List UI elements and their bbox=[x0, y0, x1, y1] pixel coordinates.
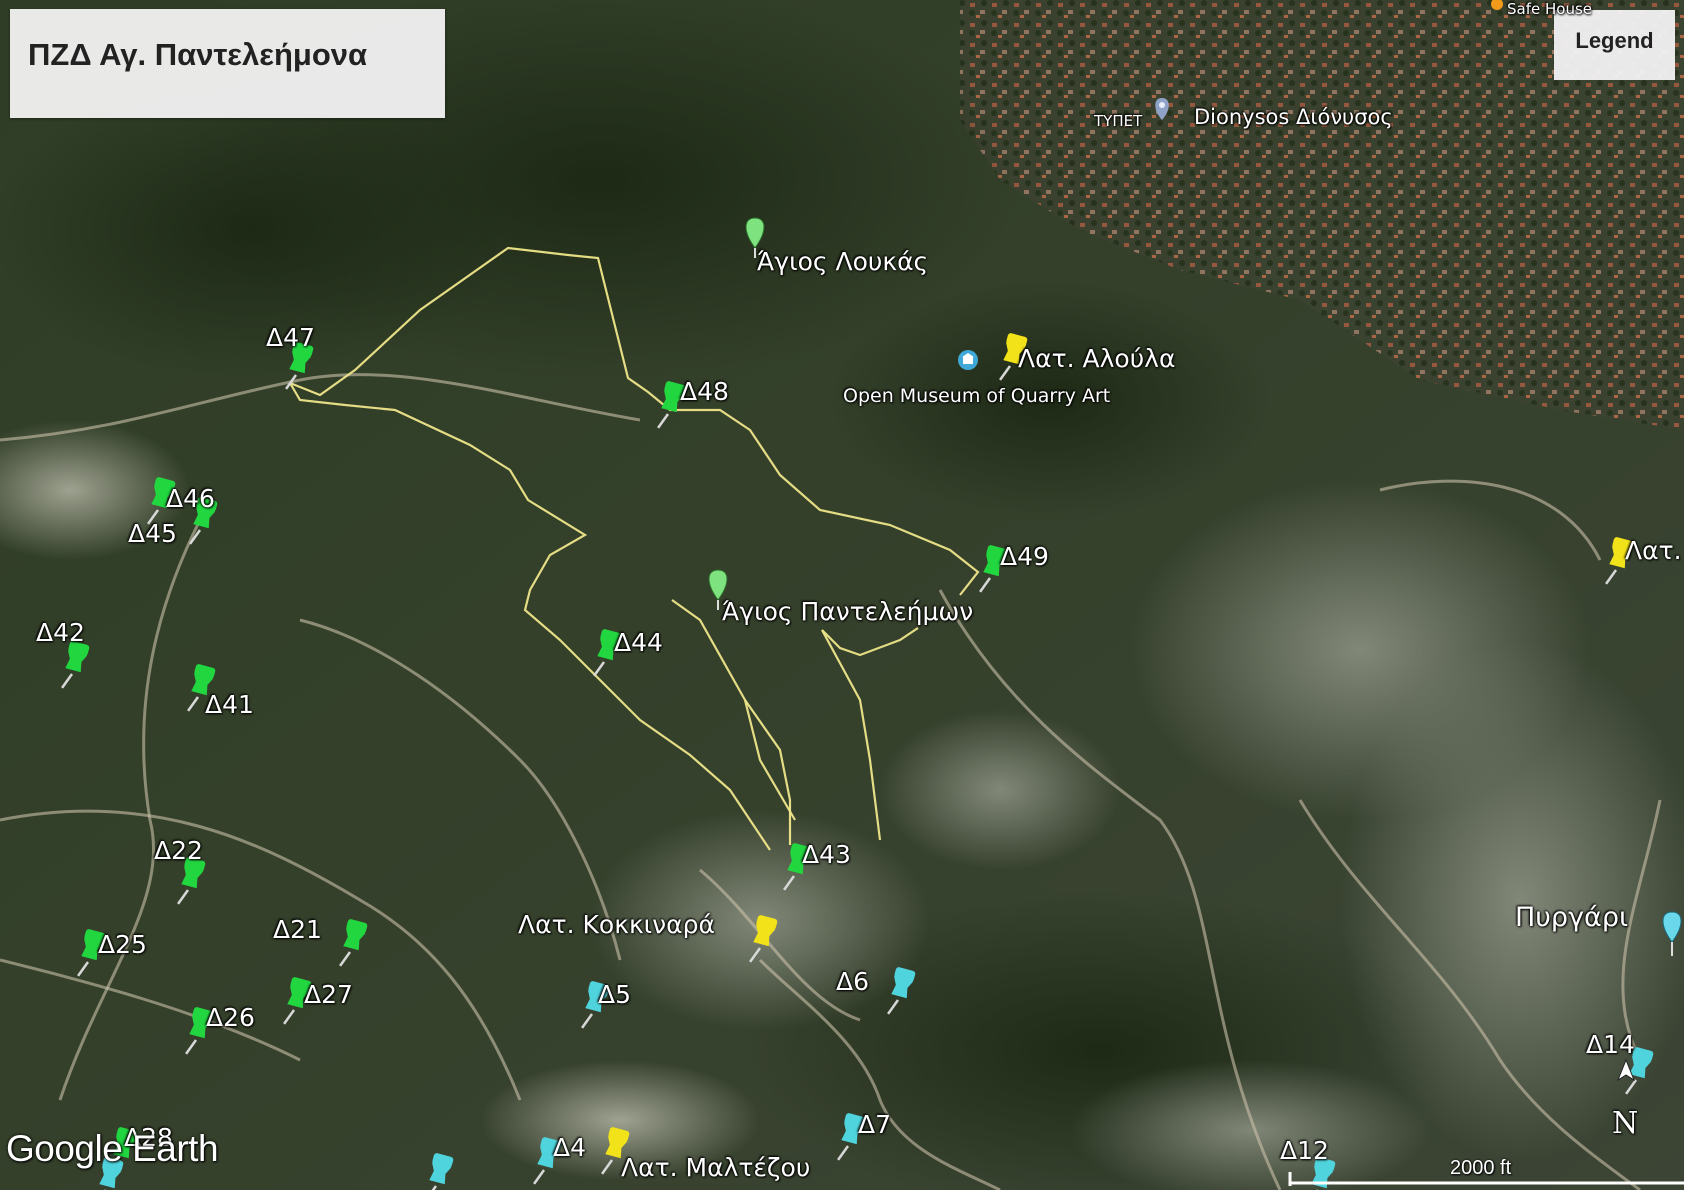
place-label: ΤΥΠΕΤ bbox=[1094, 112, 1143, 130]
map-title-panel: ΠΖΔ Αγ. Παντελεήμονα bbox=[10, 9, 445, 118]
place-label: Λατ. Κοκκιναρά bbox=[518, 910, 715, 939]
pin-d21[interactable] bbox=[334, 917, 370, 972]
pin-label: Δ25 bbox=[98, 930, 147, 959]
pin-d6[interactable] bbox=[882, 965, 918, 1020]
place-label: Λατ. Αλούλα bbox=[1018, 344, 1176, 373]
pin-label: Δ7 bbox=[858, 1110, 892, 1139]
pin-label: Δ27 bbox=[304, 980, 353, 1009]
pin-label: Δ48 bbox=[680, 377, 729, 406]
place-label: Safe House bbox=[1507, 0, 1592, 18]
museum-icon[interactable] bbox=[958, 350, 978, 370]
pin-label: Δ5 bbox=[598, 980, 632, 1009]
place-label: Dionysos Διόνυσος bbox=[1194, 105, 1393, 129]
pin-label: Δ41 bbox=[205, 690, 254, 719]
pin-label: Δ43 bbox=[802, 840, 851, 869]
map-title: ΠΖΔ Αγ. Παντελεήμονα bbox=[28, 37, 368, 72]
pin-label: Δ12 bbox=[1280, 1136, 1329, 1165]
pin-label: Δ49 bbox=[1000, 542, 1049, 571]
pin-label: Δ45 bbox=[128, 519, 177, 548]
place-label: Άγιος Λουκάς bbox=[757, 247, 929, 276]
scale-label: 2000 ft bbox=[1450, 1157, 1512, 1179]
pin-label: Δ26 bbox=[206, 1003, 255, 1032]
place-label: Άγιος Παντελεήμων bbox=[722, 597, 974, 626]
pin-label: Δ14 bbox=[1586, 1030, 1635, 1059]
pin-label: Δ21 bbox=[273, 915, 322, 944]
pin-extra-1[interactable] bbox=[420, 1151, 456, 1190]
pin-lat-kokkinara[interactable] bbox=[744, 913, 780, 968]
safe-house-icon[interactable] bbox=[1491, 0, 1503, 10]
pin-label: Δ44 bbox=[614, 628, 663, 657]
google-earth-logo: Google Earth bbox=[6, 1128, 219, 1169]
pin-label: Δ47 bbox=[266, 323, 315, 352]
pin-label: Δ22 bbox=[154, 836, 203, 865]
pin-label: Δ42 bbox=[36, 618, 85, 647]
pin-label: Δ4 bbox=[553, 1133, 587, 1162]
compass-north-label: N bbox=[1612, 1106, 1639, 1141]
legend-button[interactable]: Legend bbox=[1554, 10, 1675, 80]
pin-label: Δ46 bbox=[166, 484, 215, 513]
location-pin-icon[interactable] bbox=[1155, 98, 1169, 120]
pin-label: Δ6 bbox=[836, 967, 870, 996]
pin-d42[interactable] bbox=[56, 639, 92, 694]
place-label: Πυργάρι bbox=[1515, 902, 1629, 933]
place-label: Λατ. bbox=[1625, 536, 1682, 565]
place-label: Λατ. Μαλτέζου bbox=[621, 1153, 811, 1182]
place-label: Open Museum of Quarry Art bbox=[843, 385, 1111, 407]
placemark-cyan-icon[interactable] bbox=[1662, 911, 1682, 956]
